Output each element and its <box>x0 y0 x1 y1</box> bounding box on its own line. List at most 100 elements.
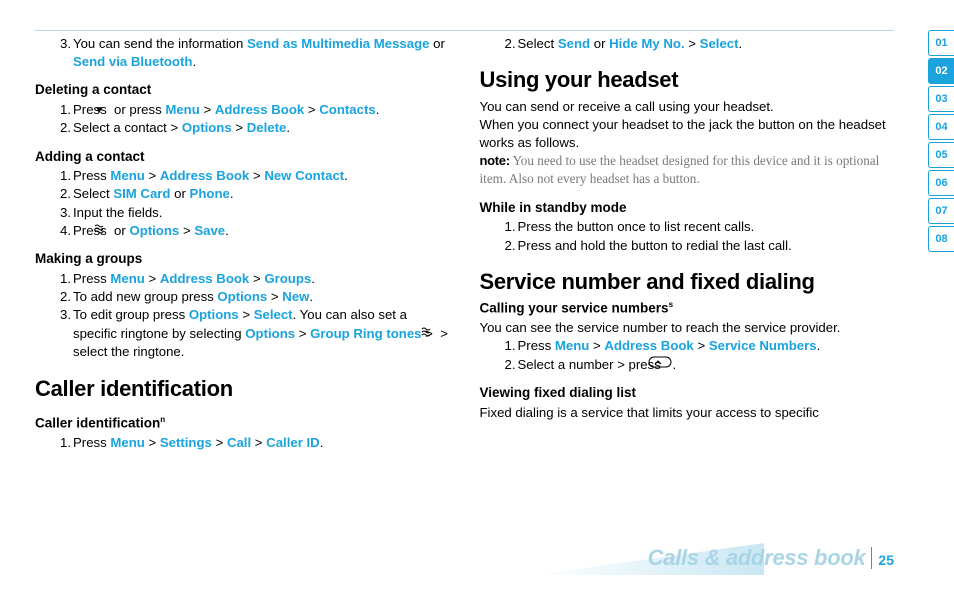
superscript: n <box>160 415 165 424</box>
text: To add new group press <box>73 289 217 304</box>
note-text: You need to use the headset designed for… <box>480 153 880 186</box>
subhead-deleting: Deleting a contact <box>35 81 450 100</box>
link-group-ring-tones: Group Ring tones <box>310 326 421 341</box>
list-item: 1.Press the button once to list recent c… <box>480 218 895 236</box>
link-menu: Menu <box>165 102 199 117</box>
link-send-bt: Send via Bluetooth <box>73 54 192 69</box>
footer-divider <box>871 547 872 569</box>
deleting-steps: 1.Press ▼ or press Menu > Address Book >… <box>35 101 450 137</box>
page-footer: Calls & address book 25 <box>648 545 894 571</box>
link-options: Options <box>245 326 295 341</box>
link-settings: Settings <box>160 435 212 450</box>
chapter-tab-02[interactable]: 02 <box>928 58 954 84</box>
text: or press <box>110 102 165 117</box>
list-item: 1.Press Menu > Address Book > Groups. <box>35 270 450 288</box>
groups-steps: 1.Press Menu > Address Book > Groups. 2.… <box>35 270 450 362</box>
service-steps: 1.Press Menu > Address Book > Service Nu… <box>480 337 895 374</box>
list-item: 3.You can send the information Send as M… <box>35 35 450 71</box>
top-rule <box>35 30 894 31</box>
text: or <box>590 36 609 51</box>
text: Select <box>518 36 558 51</box>
chapter-tab-03[interactable]: 03 <box>928 86 954 112</box>
headset-intro-1: You can send or receive a call using you… <box>480 98 895 116</box>
headset-intro-2: When you connect your headset to the jac… <box>480 116 895 152</box>
link-send-mms: Send as Multimedia Message <box>247 36 430 51</box>
page-body: 3.You can send the information Send as M… <box>35 35 894 558</box>
chapter-tab-04[interactable]: 04 <box>928 114 954 140</box>
link-address-book: Address Book <box>160 271 249 286</box>
link-options: Options <box>182 120 232 135</box>
link-call: Call <box>227 435 251 450</box>
list-item: 2.Select Send or Hide My No. > Select. <box>480 35 895 53</box>
chapter-tab-05[interactable]: 05 <box>928 142 954 168</box>
calling-intro: You can see the service number to reach … <box>480 319 895 337</box>
subhead-standby: While in standby mode <box>480 199 895 218</box>
text: Select a contact > <box>73 120 182 135</box>
headset-note: note: You need to use the headset design… <box>480 152 895 188</box>
link-hide-my-no: Hide My No. <box>609 36 684 51</box>
caller-id-steps: 1.Press Menu > Settings > Call > Caller … <box>35 434 450 452</box>
link-delete: Delete <box>247 120 287 135</box>
link-sim-card: SIM Card <box>113 186 170 201</box>
text: Select a number > press <box>518 357 665 372</box>
page-number: 25 <box>878 552 894 568</box>
text: or <box>170 186 189 201</box>
link-menu: Menu <box>110 435 144 450</box>
text: Press <box>518 338 555 353</box>
list-item: 2.Select SIM Card or Phone. <box>35 185 450 203</box>
link-select: Select <box>254 307 293 322</box>
subhead-fixed-dialing: Viewing fixed dialing list <box>480 384 895 403</box>
list-item: 1.Press Menu > Address Book > New Contac… <box>35 167 450 185</box>
footer-section-title: Calls & address book <box>648 545 866 571</box>
list-item: 2.Select a contact > Options > Delete. <box>35 119 450 137</box>
link-options: Options <box>189 307 239 322</box>
heading-headset: Using your headset <box>480 65 895 95</box>
right-column: 2.Select Send or Hide My No. > Select. U… <box>480 35 895 558</box>
link-service-numbers: Service Numbers <box>709 338 817 353</box>
link-caller-id: Caller ID <box>266 435 320 450</box>
text: Select <box>73 186 113 201</box>
list-item: 1.Press Menu > Settings > Call > Caller … <box>35 434 450 452</box>
superscript: s <box>669 300 673 309</box>
text: Caller identification <box>35 415 160 430</box>
heading-caller-id: Caller identification <box>35 374 450 404</box>
subhead-caller-id: Caller identificationn <box>35 414 450 433</box>
chapter-tab-01[interactable]: 01 <box>928 30 954 56</box>
link-send: Send <box>558 36 590 51</box>
text: . <box>192 54 196 69</box>
link-select: Select <box>700 36 739 51</box>
list-item: 4.Press or Options > Save. <box>35 222 450 241</box>
text: Calling your service numbers <box>480 301 669 316</box>
list-item: 2.Select a number > press . <box>480 356 895 375</box>
text: You can send the information <box>73 36 247 51</box>
text: or <box>110 223 129 238</box>
heading-service-number: Service number and fixed dialing <box>480 267 895 297</box>
chapter-tab-06[interactable]: 06 <box>928 170 954 196</box>
list-item: 2.To add new group press Options > New. <box>35 288 450 306</box>
chapter-tab-07[interactable]: 07 <box>928 198 954 224</box>
text: Press <box>73 271 110 286</box>
text: Press the button once to list recent cal… <box>518 219 755 234</box>
chapter-tab-08[interactable]: 08 <box>928 226 954 252</box>
list-item: 1.Press ▼ or press Menu > Address Book >… <box>35 101 450 119</box>
chapter-tabs: 0102030405060708 <box>928 30 954 252</box>
link-menu: Menu <box>110 271 144 286</box>
text: or <box>430 36 445 51</box>
link-phone: Phone <box>190 186 230 201</box>
link-address-book: Address Book <box>604 338 693 353</box>
list-item: 3.To edit group press Options > Select. … <box>35 306 450 361</box>
subhead-adding: Adding a contact <box>35 148 450 167</box>
link-address-book: Address Book <box>215 102 304 117</box>
text: To edit group press <box>73 307 189 322</box>
link-menu: Menu <box>555 338 589 353</box>
text: Press <box>73 168 110 183</box>
note-label: note: <box>480 153 510 168</box>
subhead-groups: Making a groups <box>35 250 450 269</box>
list-item: 1.Press Menu > Address Book > Service Nu… <box>480 337 895 355</box>
text: Press and hold the button to redial the … <box>518 238 792 253</box>
continued-list: 3.You can send the information Send as M… <box>35 35 450 71</box>
left-column: 3.You can send the information Send as M… <box>35 35 450 558</box>
adding-steps: 1.Press Menu > Address Book > New Contac… <box>35 167 450 240</box>
list-item: 3.Input the fields. <box>35 204 450 222</box>
link-address-book: Address Book <box>160 168 249 183</box>
